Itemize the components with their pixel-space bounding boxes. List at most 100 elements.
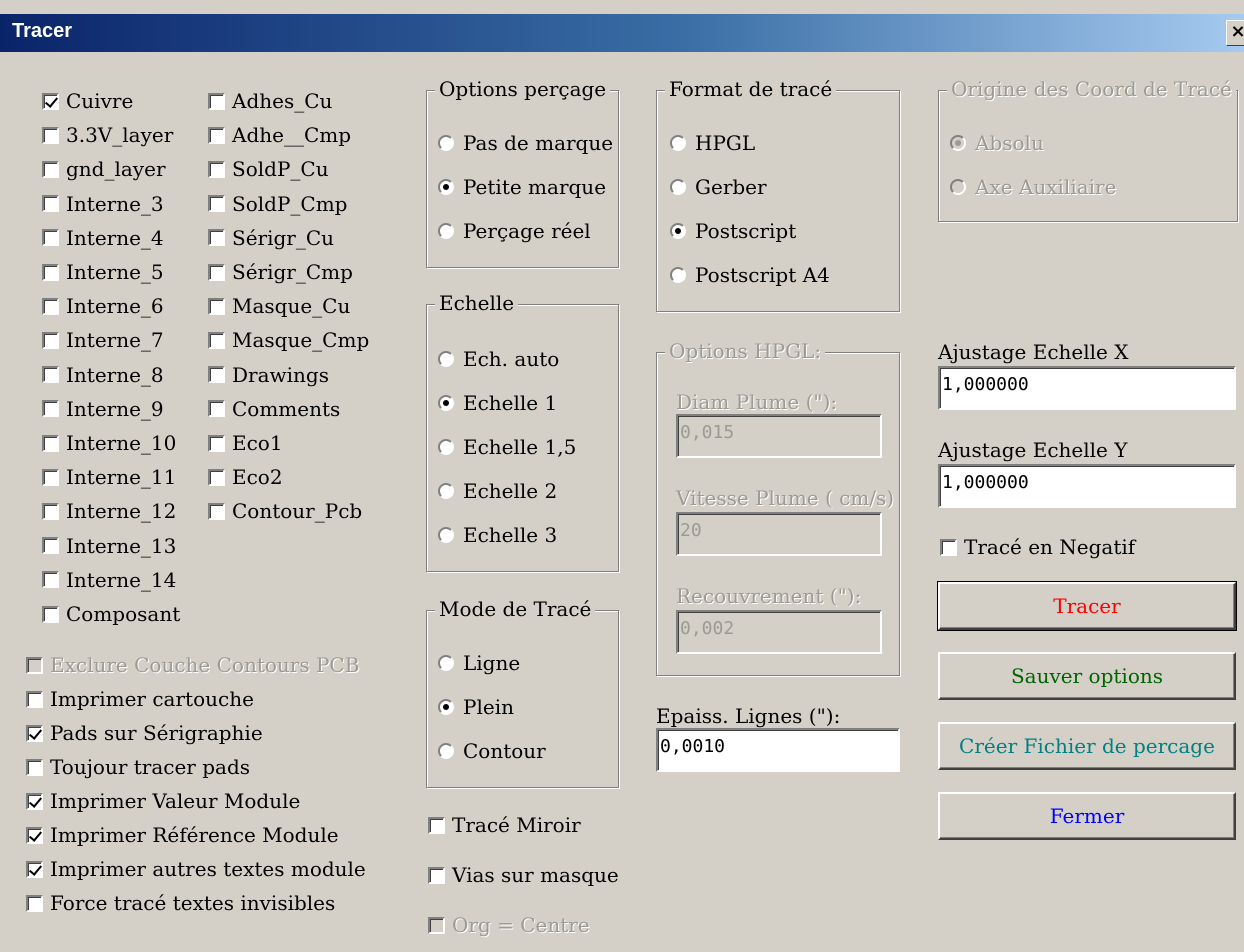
checkbox-box[interactable] bbox=[208, 366, 225, 384]
checkbox-box[interactable] bbox=[208, 434, 225, 452]
layer-checkbox[interactable]: Interne_10 bbox=[42, 430, 176, 456]
plot-format-radio[interactable]: Postscript A4 bbox=[670, 262, 830, 288]
layer-checkbox[interactable]: Masque_Cmp bbox=[208, 327, 369, 353]
layer-checkbox[interactable]: SoldP_Cu bbox=[208, 156, 329, 182]
layer-checkbox[interactable]: Interne_14 bbox=[42, 567, 176, 593]
pen-diameter-input[interactable]: 0,015 bbox=[676, 414, 882, 458]
scale-radio[interactable]: Echelle 2 bbox=[438, 478, 557, 504]
plot-option-checkbox[interactable]: Vias sur masque bbox=[428, 862, 619, 888]
checkbox-box[interactable] bbox=[42, 195, 59, 213]
print-option-checkbox[interactable]: Imprimer Valeur Module bbox=[26, 788, 300, 814]
checkbox-box[interactable] bbox=[42, 229, 59, 247]
scale-y-input[interactable]: 1,000000 bbox=[938, 464, 1236, 508]
layer-checkbox[interactable]: Adhes_Cu bbox=[208, 88, 332, 114]
drill-option-radio[interactable]: Petite marque bbox=[438, 174, 606, 200]
radio-dot[interactable] bbox=[438, 699, 454, 715]
checkbox-box[interactable] bbox=[208, 297, 225, 315]
checkbox-box[interactable] bbox=[42, 92, 59, 110]
print-option-checkbox[interactable]: Imprimer cartouche bbox=[26, 686, 254, 712]
radio-dot[interactable] bbox=[670, 179, 686, 195]
checkbox-box[interactable] bbox=[26, 690, 43, 708]
radio-dot[interactable] bbox=[670, 223, 686, 239]
layer-checkbox[interactable]: Interne_4 bbox=[42, 225, 164, 251]
checkbox-box[interactable] bbox=[42, 468, 59, 486]
checkbox-box[interactable] bbox=[208, 229, 225, 247]
checkbox-box[interactable] bbox=[26, 758, 43, 776]
checkbox-box[interactable] bbox=[42, 126, 59, 144]
print-option-checkbox[interactable]: Toujour tracer pads bbox=[26, 754, 250, 780]
radio-dot[interactable] bbox=[438, 179, 454, 195]
checkbox-box[interactable] bbox=[42, 537, 59, 555]
radio-dot[interactable] bbox=[438, 655, 454, 671]
radio-dot[interactable] bbox=[438, 439, 454, 455]
save-options-button[interactable]: Sauver options bbox=[938, 652, 1236, 700]
checkbox-box[interactable] bbox=[428, 866, 445, 884]
checkbox-box[interactable] bbox=[42, 160, 59, 178]
radio-dot[interactable] bbox=[438, 743, 454, 759]
layer-checkbox[interactable]: SoldP_Cmp bbox=[208, 191, 347, 217]
layer-checkbox[interactable]: Masque_Cu bbox=[208, 293, 350, 319]
layer-checkbox[interactable]: gnd_layer bbox=[42, 156, 166, 182]
layer-checkbox[interactable]: Eco1 bbox=[208, 430, 283, 456]
checkbox-box[interactable] bbox=[208, 400, 225, 418]
plot-mode-radio[interactable]: Ligne bbox=[438, 650, 520, 676]
layer-checkbox[interactable]: Cuivre bbox=[42, 88, 133, 114]
checkbox-box[interactable] bbox=[42, 605, 59, 623]
radio-dot[interactable] bbox=[438, 527, 454, 543]
checkbox-box[interactable] bbox=[42, 502, 59, 520]
checkbox-box[interactable] bbox=[42, 571, 59, 589]
radio-dot[interactable] bbox=[438, 351, 454, 367]
checkbox-box[interactable] bbox=[208, 263, 225, 281]
scale-radio[interactable]: Echelle 3 bbox=[438, 522, 557, 548]
checkbox-box[interactable] bbox=[42, 331, 59, 349]
print-option-checkbox[interactable]: Imprimer autres textes module bbox=[26, 856, 366, 882]
checkbox-box[interactable] bbox=[208, 126, 225, 144]
scale-radio[interactable]: Echelle 1 bbox=[438, 390, 557, 416]
close-window-button[interactable]: × bbox=[1226, 20, 1244, 46]
checkbox-box[interactable] bbox=[208, 160, 225, 178]
radio-dot[interactable] bbox=[438, 223, 454, 239]
checkbox-box[interactable] bbox=[208, 331, 225, 349]
layer-checkbox[interactable]: Comments bbox=[208, 396, 340, 422]
radio-dot[interactable] bbox=[438, 483, 454, 499]
plot-button[interactable]: Tracer bbox=[937, 581, 1237, 631]
plot-format-radio[interactable]: HPGL bbox=[670, 130, 755, 156]
close-button[interactable]: Fermer bbox=[938, 792, 1236, 840]
plot-mode-radio[interactable]: Contour bbox=[438, 738, 546, 764]
plot-option-checkbox[interactable]: Tracé Miroir bbox=[428, 812, 581, 838]
checkbox-box[interactable] bbox=[940, 538, 957, 556]
layer-checkbox[interactable]: Composant bbox=[42, 601, 180, 627]
checkbox-box[interactable] bbox=[42, 434, 59, 452]
drill-option-radio[interactable]: Pas de marque bbox=[438, 130, 613, 156]
checkbox-box[interactable] bbox=[208, 195, 225, 213]
layer-checkbox[interactable]: Adhe__Cmp bbox=[208, 122, 351, 148]
checkbox-box[interactable] bbox=[26, 894, 43, 912]
scale-radio[interactable]: Ech. auto bbox=[438, 346, 559, 372]
layer-checkbox[interactable]: Eco2 bbox=[208, 464, 283, 490]
checkbox-box[interactable] bbox=[26, 826, 43, 844]
checkbox-box[interactable] bbox=[26, 792, 43, 810]
plot-mode-radio[interactable]: Plein bbox=[438, 694, 514, 720]
layer-checkbox[interactable]: Interne_8 bbox=[42, 362, 164, 388]
checkbox-box[interactable] bbox=[42, 400, 59, 418]
checkbox-box[interactable] bbox=[208, 502, 225, 520]
checkbox-box[interactable] bbox=[208, 92, 225, 110]
pen-overlap-input[interactable]: 0,002 bbox=[676, 610, 882, 654]
plot-format-radio[interactable]: Gerber bbox=[670, 174, 767, 200]
radio-dot[interactable] bbox=[438, 395, 454, 411]
checkbox-box[interactable] bbox=[26, 860, 43, 878]
layer-checkbox[interactable]: Sérigr_Cu bbox=[208, 225, 334, 251]
layer-checkbox[interactable]: Interne_13 bbox=[42, 533, 176, 559]
layer-checkbox[interactable]: Sérigr_Cmp bbox=[208, 259, 353, 285]
layer-checkbox[interactable]: Interne_7 bbox=[42, 327, 164, 353]
checkbox-box[interactable] bbox=[208, 468, 225, 486]
layer-checkbox[interactable]: Interne_3 bbox=[42, 191, 164, 217]
create-drill-file-button[interactable]: Créer Fichier de percage bbox=[938, 722, 1236, 770]
radio-dot[interactable] bbox=[670, 267, 686, 283]
layer-checkbox[interactable]: Interne_6 bbox=[42, 293, 164, 319]
print-option-checkbox[interactable]: Pads sur Sérigraphie bbox=[26, 720, 263, 746]
layer-checkbox[interactable]: Contour_Pcb bbox=[208, 498, 362, 524]
layer-checkbox[interactable]: Interne_11 bbox=[42, 464, 176, 490]
layer-checkbox[interactable]: Interne_12 bbox=[42, 498, 176, 524]
checkbox-box[interactable] bbox=[428, 816, 445, 834]
